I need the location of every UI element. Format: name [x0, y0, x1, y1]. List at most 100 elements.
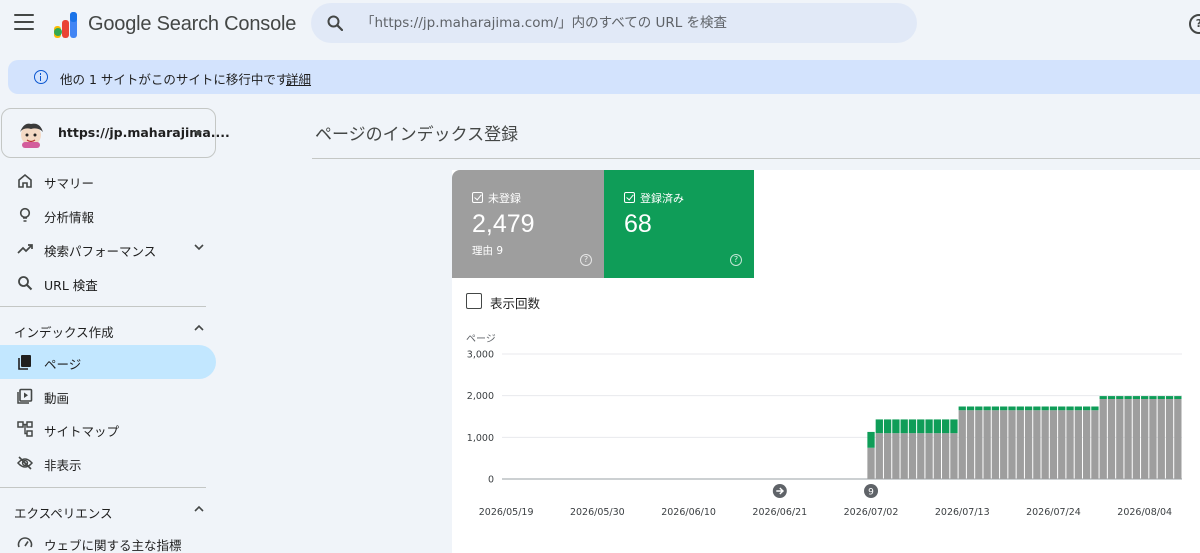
y-tick-label: 2,000	[467, 391, 494, 402]
sidebar-item-sitemaps[interactable]: サイトマップ	[0, 412, 216, 446]
bar-segment	[1058, 410, 1066, 479]
bar-segment	[966, 410, 975, 479]
not-indexed-tile[interactable]: 未登録 2,479 理由 9 ?	[452, 170, 604, 278]
bar-segment	[1174, 399, 1182, 479]
impressions-checkbox[interactable]	[466, 293, 482, 309]
bar-segment	[983, 406, 991, 411]
sidebar-divider	[0, 487, 206, 488]
bar-segment	[975, 406, 983, 411]
app-title[interactable]: Google Search Console	[88, 13, 296, 36]
index-chart: ページ 3,000 2,000 1,000 0 2026/05/19 2026/05/30 2…	[466, 334, 1182, 518]
bar-segment	[1165, 399, 1174, 479]
sidebar-item-insights[interactable]: 分析情報	[0, 198, 216, 232]
title-divider	[312, 158, 1200, 159]
bar-segment	[900, 433, 908, 479]
sidebar-item-url-inspection[interactable]: URL 検査	[0, 266, 216, 300]
menu-icon[interactable]	[14, 14, 34, 30]
sidebar-item-label: 分析情報	[44, 210, 95, 225]
x-tick-label: 2026/08/04	[1117, 507, 1172, 518]
bar-segment	[908, 433, 917, 479]
bar-segment	[1132, 399, 1141, 479]
sidebar-section-experience[interactable]: エクスペリエンス	[0, 495, 216, 525]
bar-segment	[1024, 410, 1033, 479]
sidebar-item-removals[interactable]: 非表示	[0, 446, 216, 480]
bar-segment	[991, 410, 1000, 479]
bar-segment	[983, 410, 991, 479]
bar-segment	[1091, 406, 1099, 411]
search-input[interactable]	[361, 3, 901, 43]
bar-segment	[1016, 410, 1024, 479]
section-label: インデックス作成	[14, 325, 114, 340]
search-icon	[327, 15, 343, 31]
search-console-logo[interactable]	[50, 10, 80, 38]
sidebar-item-videos[interactable]: 動画	[0, 379, 216, 413]
property-avatar	[20, 123, 43, 148]
tile-value: 68	[624, 210, 652, 238]
bar-segment	[1008, 406, 1016, 411]
x-tick-label: 2026/05/19	[479, 507, 534, 518]
section-label: エクスペリエンス	[14, 506, 113, 521]
page-title: ページのインデックス登録	[315, 125, 519, 145]
x-tick-label: 2026/07/13	[935, 507, 990, 518]
speed-icon	[17, 537, 33, 548]
y-tick-label: 3,000	[467, 350, 494, 361]
bar-segment	[1157, 399, 1165, 479]
bar-segment	[867, 447, 875, 479]
sidebar-item-core-web-vitals[interactable]: ウェブに関する主な指標	[0, 526, 216, 553]
checkbox-checked-icon[interactable]	[472, 192, 483, 203]
sidebar-item-performance[interactable]: 検索パフォーマンス	[0, 232, 216, 266]
home-icon	[18, 173, 32, 188]
bar-segment	[875, 419, 883, 434]
bar-segment	[1157, 396, 1165, 399]
bar-segment	[1082, 410, 1091, 479]
bar-segment	[1132, 396, 1141, 399]
bar-segment	[1091, 410, 1099, 479]
bar-segment	[1041, 410, 1049, 479]
bar-segment	[1149, 399, 1157, 479]
sidebar-item-pages[interactable]: ページ	[0, 345, 216, 379]
x-tick-label: 2026/07/24	[1026, 507, 1081, 518]
sidebar-item-summary[interactable]: サマリー	[0, 164, 216, 198]
pages-icon	[18, 355, 31, 370]
bar-segment	[1016, 406, 1024, 411]
bar-segment	[1149, 396, 1157, 399]
bar-segment	[1049, 410, 1058, 479]
bar-segment	[1074, 410, 1082, 479]
bar-segment	[917, 419, 925, 434]
property-selector[interactable]: https://jp.maharajima....	[1, 108, 230, 158]
bar-segment	[1141, 399, 1149, 479]
url-inspection-search[interactable]	[311, 3, 917, 43]
bar-segment	[1058, 406, 1066, 411]
checkbox-checked-icon[interactable]	[624, 192, 635, 203]
help-icon[interactable]: ?	[580, 254, 592, 266]
bar-segment	[1000, 406, 1008, 411]
property-name: https://jp.maharajima....	[58, 125, 230, 140]
help-icon[interactable]: ?	[730, 254, 742, 266]
banner-details-link[interactable]: 詳細	[286, 69, 311, 88]
bar-segment	[966, 406, 975, 411]
bar-segment	[1041, 406, 1049, 411]
sidebar-section-indexing[interactable]: インデックス作成	[0, 314, 216, 344]
video-icon	[17, 388, 33, 404]
tile-value: 2,479	[472, 210, 535, 238]
bar-segment	[1116, 399, 1124, 479]
x-tick-label: 2026/06/10	[661, 507, 716, 518]
indexed-tile[interactable]: 登録済み 68 ?	[604, 170, 754, 278]
bar-segment	[1107, 399, 1116, 479]
bar-segment	[892, 419, 900, 434]
x-tick-label: 2026/06/21	[752, 507, 807, 518]
search-icon	[18, 276, 33, 291]
chevron-down-icon	[194, 244, 204, 251]
banner-text: 他の 1 サイトがこのサイトに移行中です。	[60, 72, 300, 87]
bar-segment	[900, 419, 908, 434]
y-tick-label: 1,000	[467, 433, 494, 444]
bar-segment	[1049, 406, 1058, 411]
info-icon	[34, 70, 48, 84]
help-icon[interactable]: ?	[1189, 14, 1200, 34]
visibility-off-icon	[17, 456, 33, 470]
sidebar-item-label: URL 検査	[44, 278, 98, 293]
bar-segment	[1099, 396, 1107, 399]
x-tick-label: 2026/05/30	[570, 507, 625, 518]
chevron-up-icon	[194, 505, 204, 512]
dropdown-caret-icon	[194, 131, 202, 136]
